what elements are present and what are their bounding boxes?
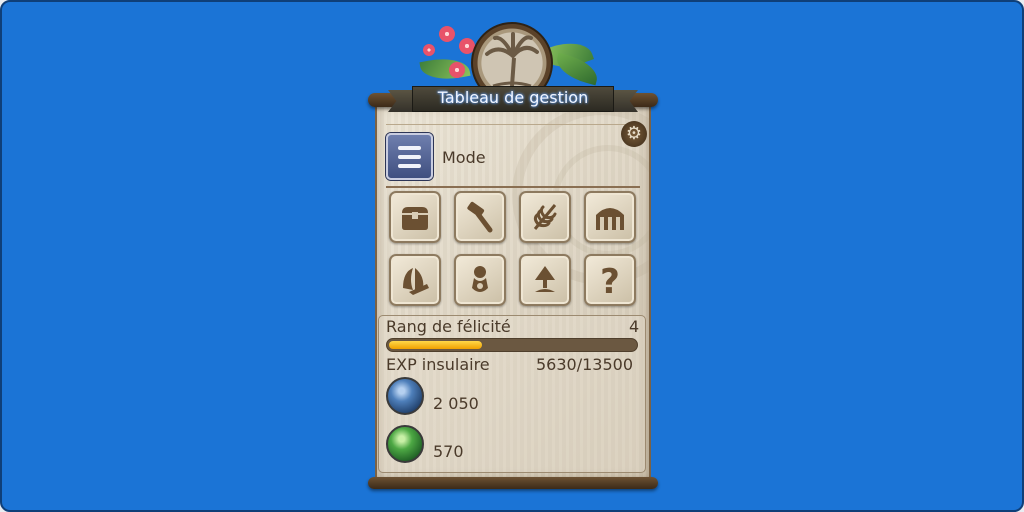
mode-button[interactable] [386, 133, 433, 180]
mammet-button[interactable] [454, 254, 506, 306]
cropland-button[interactable] [519, 254, 571, 306]
window-title: Tableau de gestion [437, 88, 589, 107]
exp-value: 5630/13500 [536, 355, 634, 374]
rank-progress-bar [386, 338, 638, 352]
seafarer-cowrie-icon [386, 377, 424, 415]
rank-progress-fill [389, 341, 482, 349]
satchel-button[interactable] [389, 191, 441, 243]
leaf-decoration-icon [552, 52, 602, 86]
barn-icon [596, 208, 624, 230]
satchel-icon [402, 207, 428, 230]
mode-divider [386, 186, 640, 188]
leaf-icon [533, 204, 557, 230]
sails-icon [403, 268, 429, 295]
mammet-icon [472, 266, 488, 292]
title-banner: Tableau de gestion [388, 84, 638, 112]
gear-icon[interactable]: ⚙ [621, 121, 647, 147]
rank-value: 4 [629, 317, 640, 336]
panel-bottom-rod [368, 477, 658, 489]
exp-label: EXP insulaire [386, 355, 490, 374]
help-icon: ? [600, 262, 620, 298]
hamburger-menu-icon-bar [398, 155, 421, 159]
rank-label: Rang de félicité [386, 317, 511, 336]
workshop-button[interactable] [454, 191, 506, 243]
hibiscus-flower-icon [449, 62, 465, 78]
header-divider [386, 124, 640, 125]
voyage-button[interactable] [389, 254, 441, 306]
granary-button[interactable] [584, 191, 636, 243]
hamburger-menu-icon-bar [398, 164, 421, 168]
hibiscus-flower-icon [439, 26, 455, 42]
hammer-icon [467, 201, 493, 233]
hamburger-menu-icon [398, 146, 421, 150]
islander-cowrie-icon [386, 425, 424, 463]
gathering-button[interactable] [519, 191, 571, 243]
help-button[interactable]: ? [584, 254, 636, 306]
islander-cowrie-amount: 570 [433, 442, 464, 461]
seafarer-cowrie-amount: 2 050 [433, 394, 479, 413]
hibiscus-flower-icon [423, 44, 435, 56]
mode-label: Mode [442, 148, 486, 167]
sapling-icon [535, 266, 555, 292]
svg-text:?: ? [600, 262, 620, 298]
